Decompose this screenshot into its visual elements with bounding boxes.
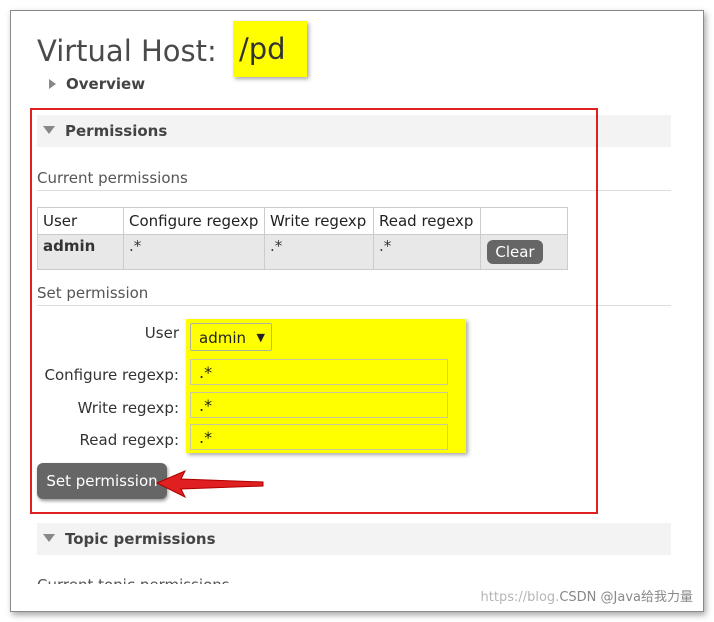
current-topic-permissions-title: Current topic permissions <box>37 575 337 584</box>
page-title: Virtual Host: <box>37 34 217 68</box>
vhost-name-highlight: /pd <box>233 21 307 77</box>
current-topic-permissions-clip: Current topic permissions <box>37 575 337 584</box>
chevron-down-icon <box>43 534 55 542</box>
watermark-main: CSDN @Java给我力量 <box>559 590 693 605</box>
chevron-right-icon <box>49 79 56 89</box>
watermark: https://blog.CSDN @Java给我力量 <box>481 586 693 605</box>
annotation-red-box <box>30 108 598 514</box>
browser-content: Virtual Host: /pd Overview Permissions C… <box>10 10 704 612</box>
overview-section-toggle[interactable]: Overview <box>49 69 145 99</box>
watermark-faint: https://blog. <box>480 590 560 605</box>
topic-permissions-section-toggle[interactable]: Topic permissions <box>43 524 216 554</box>
overview-label: Overview <box>66 75 146 93</box>
topic-permissions-label: Topic permissions <box>65 530 216 548</box>
